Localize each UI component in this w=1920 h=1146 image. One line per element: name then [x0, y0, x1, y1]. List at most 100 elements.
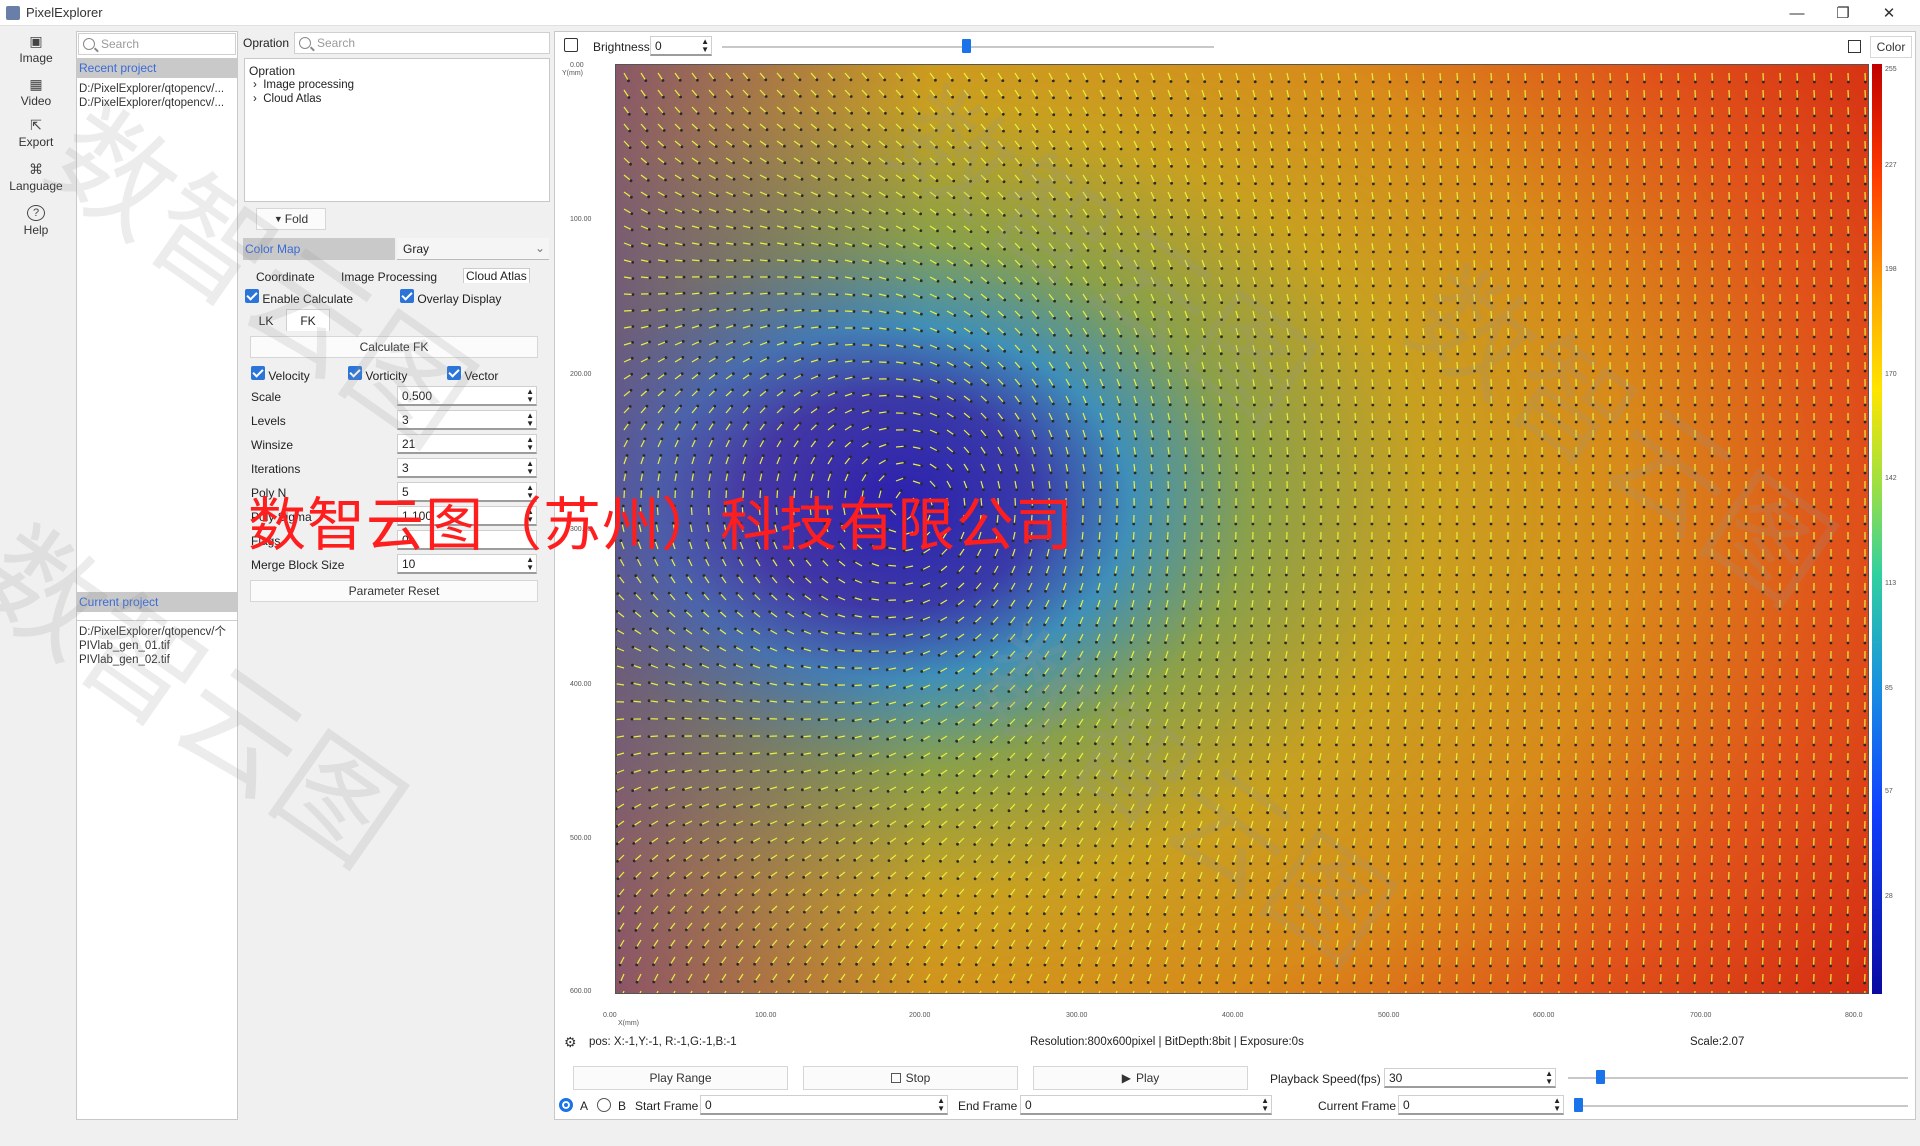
overlay-display-checkbox[interactable]: Overlay Display: [400, 289, 501, 306]
current-item[interactable]: PIVlab_gen_01.tif: [79, 639, 235, 653]
spin-arrows-icon[interactable]: ▲ ▼: [526, 436, 534, 452]
open-external-icon[interactable]: [564, 38, 578, 52]
vector-arrow-head: [1220, 301, 1224, 304]
scale-spinbox[interactable]: 0.500 ▲ ▼: [397, 386, 537, 406]
vector-arrow-head: [800, 161, 804, 165]
recent-item[interactable]: D:/PixelExplorer/qtopencv/...: [79, 82, 235, 96]
vector-arrow-head: [1727, 573, 1731, 577]
subtab-fk[interactable]: FK: [286, 309, 330, 331]
velocity-checkbox[interactable]: Velocity: [251, 366, 310, 383]
vector-arrow-head: [716, 323, 719, 327]
vector-arrow-head: [903, 362, 907, 365]
vector-arrow-head: [736, 574, 740, 578]
fit-view-icon[interactable]: [1848, 40, 1861, 53]
vector-arrow-head: [1846, 352, 1850, 356]
rail-image[interactable]: ▣ Image: [0, 33, 72, 65]
spin-arrows-icon[interactable]: ▲ ▼: [526, 388, 534, 404]
vector-arrow-head: [693, 454, 697, 457]
vector-arrow-head: [801, 292, 805, 296]
vector-arrow-head: [1102, 96, 1106, 100]
vector-arrow-head: [1422, 182, 1426, 186]
rail-help[interactable]: ? Help: [0, 205, 72, 237]
vector-arrow-head: [1761, 607, 1765, 611]
vector-arrow-head: [663, 145, 667, 149]
vector-arrow-head: [630, 372, 634, 376]
calculate-fk-button[interactable]: Calculate FK: [250, 336, 538, 358]
color-button[interactable]: Color: [1870, 36, 1912, 58]
tree-item-cloud-atlas[interactable]: › Cloud Atlas: [253, 93, 321, 105]
vector-arrow-head: [986, 315, 990, 318]
brightness-slider-handle[interactable]: [962, 39, 971, 53]
vector-arrow-head: [1235, 488, 1238, 492]
rail-language[interactable]: ⌘ Language: [0, 161, 72, 193]
vector-arrow-head: [1761, 233, 1765, 237]
current-item[interactable]: D:/PixelExplorer/qtopencv/个: [79, 625, 235, 639]
minimize-button[interactable]: —: [1774, 0, 1820, 26]
enable-calculate-checkbox[interactable]: Enable Calculate: [245, 289, 353, 306]
vector-arrow-head: [886, 328, 890, 331]
rail-video[interactable]: ▦ Video: [0, 76, 72, 108]
vector-arrow-head: [920, 312, 923, 316]
vector-arrow-head: [1575, 80, 1578, 84]
vector-arrow-head: [1355, 97, 1358, 101]
vector-arrow-head: [1337, 471, 1340, 475]
iterations-spinbox[interactable]: 3 ▲ ▼: [397, 458, 537, 478]
vector-arrow-head: [1506, 522, 1510, 526]
vector-arrow-head: [1285, 522, 1289, 526]
tab-image-processing[interactable]: Image Processing: [341, 270, 437, 284]
vector-arrow-head: [716, 307, 720, 311]
vector-arrow-head: [1762, 131, 1765, 135]
subtab-lk[interactable]: LK: [249, 311, 283, 331]
operation-search-input[interactable]: Search: [294, 32, 550, 54]
vector-arrow-head: [1251, 522, 1255, 526]
recent-item[interactable]: D:/PixelExplorer/qtopencv/...: [79, 96, 235, 110]
tab-cloud-atlas[interactable]: Cloud Atlas: [463, 268, 530, 283]
vector-arrow-head: [713, 78, 716, 82]
rail-export[interactable]: ⇱ Export: [0, 117, 72, 149]
vector-arrow-head: [625, 454, 629, 457]
vector-arrow-head: [695, 421, 699, 424]
vector-arrow-head: [697, 145, 701, 148]
vector-arrow-head: [1456, 267, 1460, 271]
vector-arrow-head: [968, 146, 972, 149]
vector-arrow-head: [801, 259, 805, 263]
vector-arrow-head: [1338, 233, 1342, 237]
vector-arrow-head: [664, 178, 667, 182]
vector-arrow-head: [744, 454, 748, 457]
close-button[interactable]: ✕: [1866, 0, 1912, 26]
spin-arrows-icon[interactable]: ▲ ▼: [701, 38, 709, 54]
recent-search-input[interactable]: Search: [78, 33, 236, 55]
winsize-spinbox[interactable]: 21 ▲ ▼: [397, 434, 537, 454]
vector-arrow-head: [1371, 403, 1375, 407]
parameter-reset-button[interactable]: Parameter Reset: [250, 580, 538, 602]
vector-arrow-head: [1795, 471, 1799, 475]
vector-arrow-head: [1354, 437, 1357, 441]
vector-arrow-head: [1003, 349, 1006, 353]
tab-coordinate[interactable]: Coordinate: [256, 270, 315, 284]
vector-checkbox[interactable]: Vector: [447, 366, 498, 383]
vector-arrow-head: [1727, 250, 1731, 254]
vector-arrow-head: [1473, 403, 1476, 407]
vector-arrow-head: [1761, 403, 1765, 407]
spin-arrows-icon[interactable]: ▲ ▼: [526, 412, 534, 428]
vector-arrow-head: [1003, 332, 1006, 336]
colormap-select[interactable]: Gray ⌄: [397, 238, 549, 260]
vector-arrow-head: [1693, 420, 1697, 424]
levels-spinbox[interactable]: 3 ▲ ▼: [397, 410, 537, 430]
vorticity-checkbox[interactable]: Vorticity: [348, 366, 407, 383]
vector-arrow-head: [664, 211, 668, 215]
vector-arrow-head: [1200, 505, 1204, 509]
vector-arrow-head: [1165, 573, 1169, 577]
current-item[interactable]: PIVlab_gen_02.tif: [79, 653, 235, 667]
restore-button[interactable]: ❐: [1820, 0, 1866, 26]
vector-arrow-head: [1183, 505, 1187, 509]
vector-arrow-head: [629, 162, 632, 166]
tree-item-image-processing[interactable]: › Image processing: [253, 79, 354, 91]
vector-arrow-head: [1119, 334, 1123, 338]
x-tick: 800.0: [1845, 1012, 1863, 1019]
vector-arrow-head: [1083, 471, 1086, 475]
vector-arrow-head: [1659, 369, 1663, 373]
spin-arrows-icon[interactable]: ▲ ▼: [526, 460, 534, 476]
fold-button[interactable]: ▼ Fold: [256, 208, 326, 230]
brightness-spinbox[interactable]: 0 ▲ ▼: [650, 36, 712, 56]
